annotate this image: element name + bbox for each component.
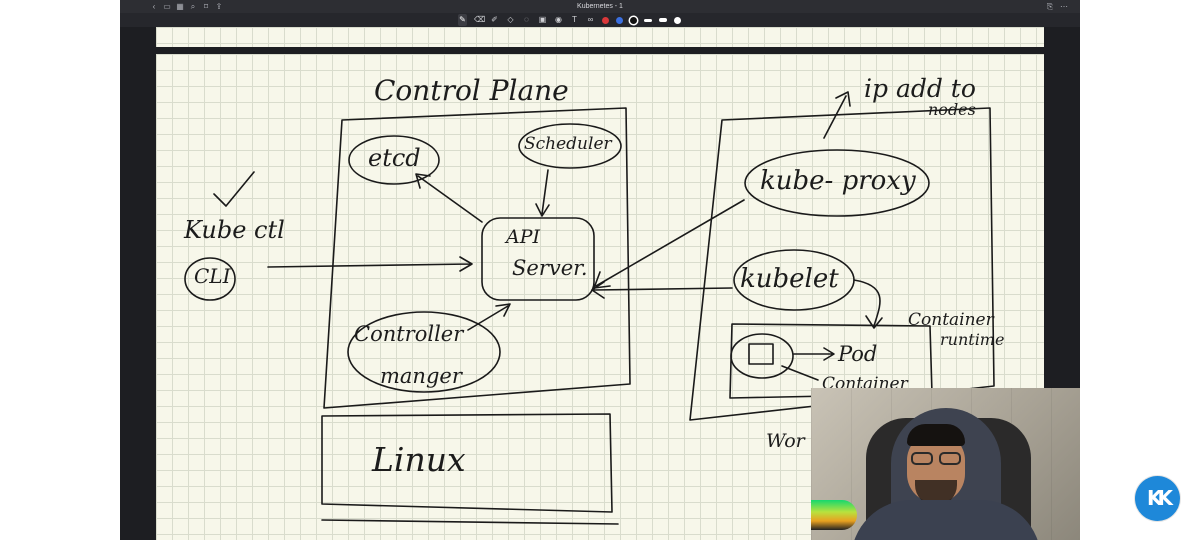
check-mark: [213, 171, 255, 207]
eraser-tool-icon[interactable]: ⌫: [474, 14, 485, 26]
container-circle: [730, 333, 794, 379]
image-tool-icon[interactable]: ▣: [538, 14, 547, 26]
runtime-label: runtime: [940, 330, 1005, 349]
linux-box: [321, 413, 613, 513]
ip-add-label: ip add to: [864, 74, 976, 103]
kubelet-arrow: [591, 281, 733, 299]
window-title: Kubernetes - 1: [577, 3, 623, 10]
controller-label: Controller: [354, 322, 464, 346]
control-plane-heading: Control Plane: [374, 74, 569, 107]
pod-label: Pod: [838, 342, 878, 366]
color-black-swatch[interactable]: [630, 16, 637, 24]
controller-arrow: [467, 303, 511, 331]
pod-arrow: [793, 347, 835, 361]
color-red-swatch[interactable]: [602, 16, 609, 24]
stroke-medium-swatch[interactable]: [659, 18, 667, 22]
lasso-tool-icon[interactable]: ◌: [522, 14, 531, 26]
microphone: [811, 500, 857, 530]
api-label: API: [506, 226, 541, 248]
more-icon[interactable]: ⋯: [1060, 1, 1068, 12]
cli-label: CLI: [194, 264, 231, 288]
scheduler-label: Scheduler: [524, 134, 612, 154]
kubectl-label: Kube ctl: [184, 216, 285, 244]
proxy-arrow: [593, 199, 745, 289]
pen-tool-icon[interactable]: ✎: [458, 14, 467, 26]
kodekloud-logo: KK: [1135, 476, 1180, 521]
bottom-box: [321, 519, 619, 525]
highlighter-tool-icon[interactable]: ✐: [490, 14, 499, 26]
kubelet-runtime-arrow: [853, 279, 883, 329]
right-icons: ⎘ ⋯: [1046, 1, 1068, 12]
stroke-thin-swatch[interactable]: [644, 18, 652, 22]
color-blue-swatch[interactable]: [616, 16, 623, 24]
kube-proxy-label: kube- proxy: [760, 166, 916, 196]
eye-tool-icon[interactable]: ◉: [554, 14, 563, 26]
export-icon[interactable]: ⎘: [1046, 1, 1054, 12]
nodes-label: nodes: [928, 100, 976, 119]
linux-label: Linux: [372, 440, 466, 479]
link-tool-icon[interactable]: ∞: [586, 14, 595, 26]
api-to-etcd-arrow: [415, 173, 483, 223]
worker-label: Wor: [766, 430, 805, 452]
kubelet-label: kubelet: [740, 264, 839, 294]
container-square: [748, 343, 774, 365]
text-tool-icon[interactable]: T: [570, 14, 579, 26]
shapes-tool-icon[interactable]: ◇: [506, 14, 515, 26]
scheduler-arrow: [535, 169, 550, 217]
etcd-label: etcd: [368, 144, 421, 172]
glasses: [909, 452, 963, 466]
drawing-toolbar: ✎ ⌫ ✐ ◇ ◌ ▣ ◉ T ∞: [120, 13, 1080, 27]
webcam-overlay: [811, 388, 1080, 540]
container-arrow: [781, 365, 819, 381]
previous-page[interactable]: [156, 27, 1044, 47]
manager-label: manger: [380, 364, 462, 388]
server-label: Server.: [512, 256, 588, 280]
cli-arrow: [267, 256, 473, 272]
title-bar: ‹ ▭ ▦ ⌕ ⌑ ⇪ Kubernetes - 1 ⎘ ⋯: [120, 0, 1080, 13]
container-runtime-label: Container: [908, 310, 994, 330]
stroke-thick-swatch[interactable]: [674, 16, 681, 24]
